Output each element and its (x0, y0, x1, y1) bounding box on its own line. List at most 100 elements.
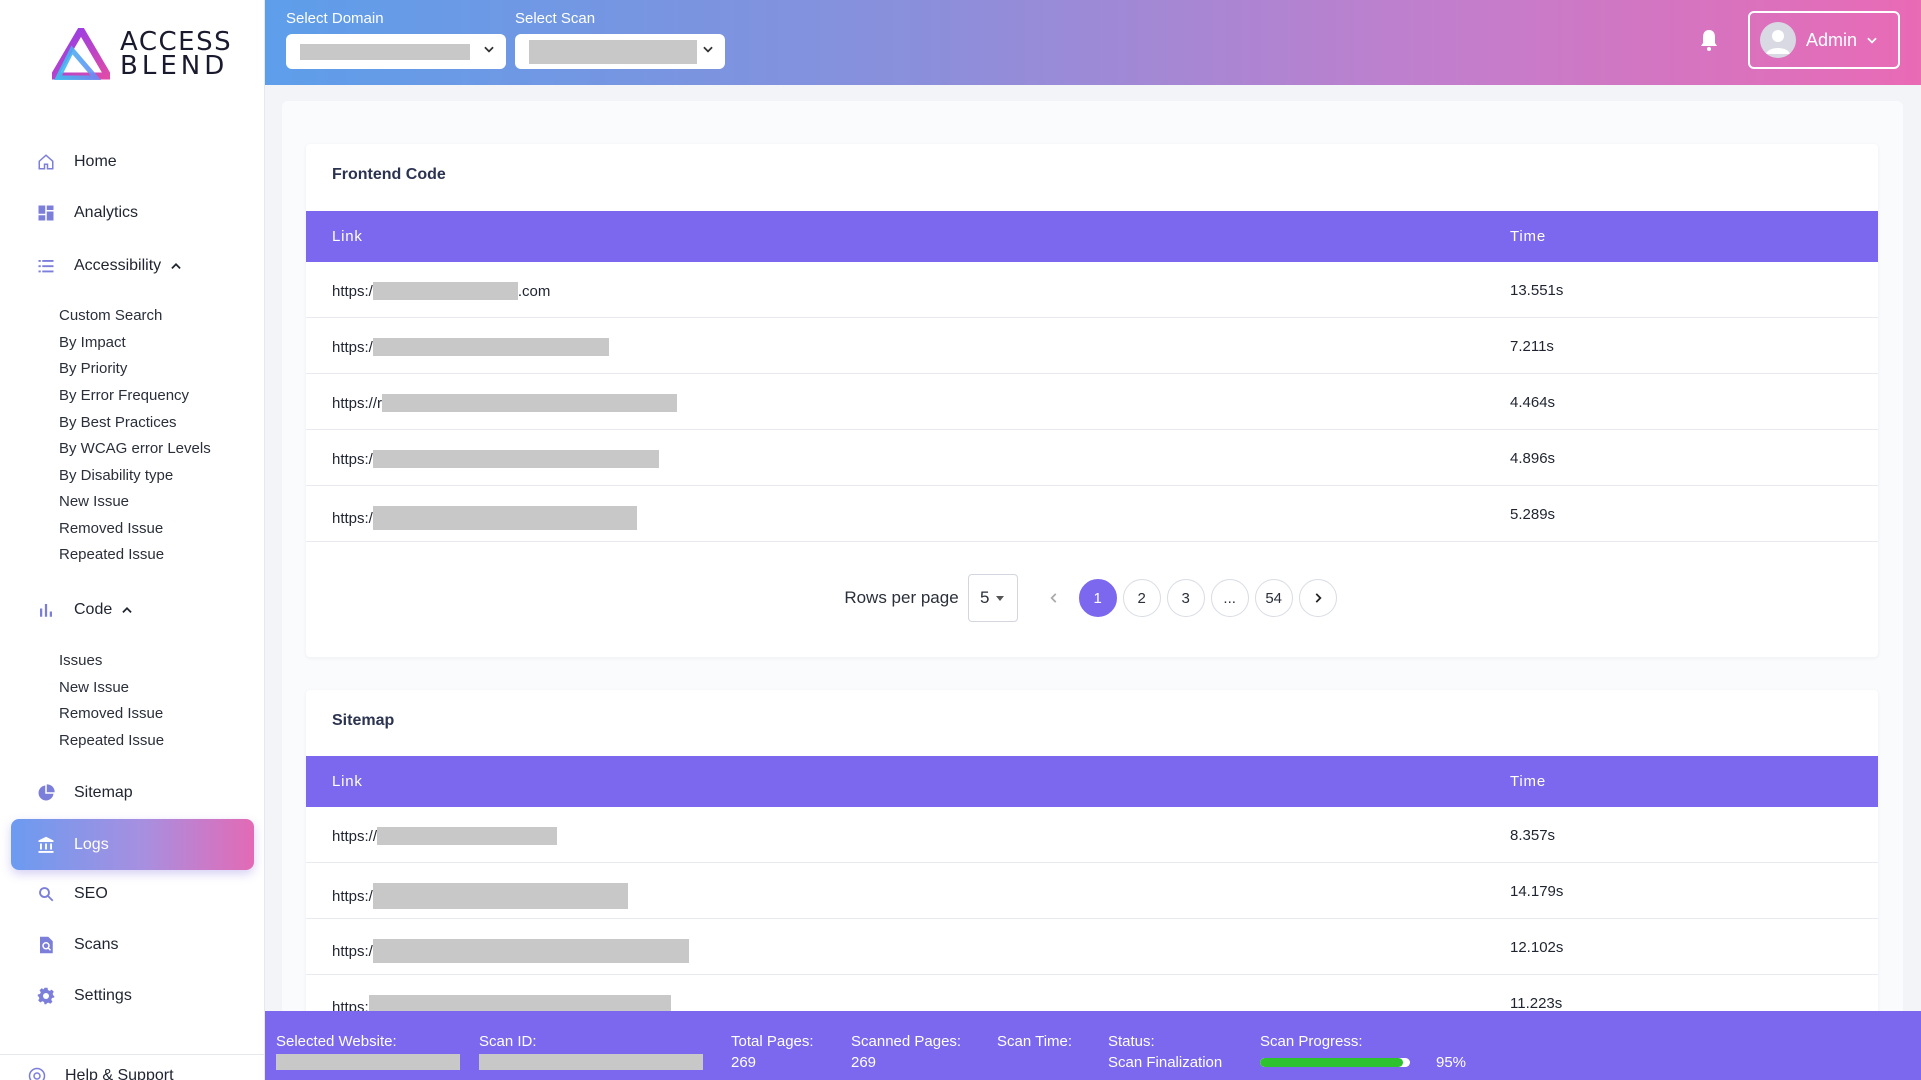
home-icon (36, 152, 56, 172)
link-cell: https://r (332, 394, 678, 412)
card-title: Sitemap (332, 712, 395, 729)
domain-select-group: Select Domain (286, 10, 506, 69)
pagination: Rows per page 5 1 2 3 ... 54 (306, 573, 1878, 623)
time-cell: 8.357s (1510, 827, 1556, 844)
redacted-text (276, 1054, 460, 1070)
status-scanned-pages: Scanned Pages: 269 (851, 1033, 961, 1071)
redacted-text (479, 1054, 703, 1070)
sidebar-item-label: Scans (74, 936, 119, 953)
status-label: Scanned Pages: (851, 1033, 962, 1050)
page-button-1[interactable]: 1 (1078, 579, 1117, 617)
time-cell: 12.102s (1510, 939, 1564, 956)
page-button-2[interactable]: 2 (1122, 579, 1161, 617)
redacted-text (372, 282, 518, 300)
status-scan-id: Scan ID: (479, 1033, 703, 1074)
redacted-text (372, 450, 659, 468)
status-state: Status: Scan Finalization (1108, 1033, 1222, 1071)
sidebar-subitem-new-issue[interactable]: New Issue (59, 677, 129, 699)
table-row[interactable]: https:/ 7.211s (306, 318, 1878, 374)
sidebar-item-settings[interactable]: Settings (0, 976, 264, 1016)
link-text: https:/ (332, 887, 373, 905)
chevron-left-icon (1050, 593, 1057, 603)
time-cell: 5.289s (1510, 506, 1556, 523)
redacted-text (372, 338, 609, 356)
main-content: Frontend Code Link Time https:/ .com 13.… (282, 101, 1903, 1031)
table-row[interactable]: https:/ .com 13.551s (306, 262, 1878, 318)
chevron-right-icon (1315, 593, 1322, 603)
scan-select[interactable] (515, 34, 725, 69)
sidebar-item-sitemap[interactable]: Sitemap (0, 773, 264, 813)
sidebar-item-accessibility[interactable]: Accessibility (0, 246, 264, 286)
page-button-54[interactable]: 54 (1254, 579, 1293, 617)
prev-page-button[interactable] (1035, 579, 1073, 617)
table-row[interactable]: https:// 8.357s (306, 807, 1878, 863)
column-header-time: Time (1510, 228, 1546, 245)
table-row[interactable]: https:/ 5.289s (306, 486, 1878, 542)
status-label: Scan Time: (997, 1033, 1073, 1050)
link-text: https:/ (332, 509, 373, 527)
sidebar-subitem-by-disability-type[interactable]: By Disability type (59, 465, 173, 487)
sidebar-subitem-removed-issue[interactable]: Removed Issue (59, 703, 163, 725)
rows-per-page-select[interactable]: 5 (967, 574, 1018, 622)
sidebar-item-scans[interactable]: Scans (0, 925, 264, 965)
sidebar-item-help-support[interactable]: Help & Support (0, 1061, 264, 1080)
domain-select[interactable] (286, 34, 506, 69)
sitemap-card: Sitemap Link Time https:// 8.357s https:… (306, 690, 1878, 1031)
sidebar-item-logs[interactable]: Logs (11, 819, 254, 870)
sidebar-subitem-by-wcag-error-levels[interactable]: By WCAG error Levels (59, 438, 211, 460)
top-header: Select Domain Select Scan Admin (265, 0, 1921, 85)
chevron-down-icon (701, 42, 715, 61)
link-cell: https:/ (332, 883, 628, 909)
sidebar-subitem-repeated-issue[interactable]: Repeated Issue (59, 544, 164, 566)
table-row[interactable]: https:/ 4.896s (306, 430, 1878, 486)
sidebar-subitem-by-error-frequency[interactable]: By Error Frequency (59, 385, 189, 407)
table-header: Link Time (306, 211, 1878, 262)
scan-select-label: Select Scan (515, 10, 596, 27)
sidebar-subitem-by-impact[interactable]: By Impact (59, 332, 126, 354)
time-cell: 7.211s (1510, 338, 1554, 355)
rows-per-page-value: 5 (979, 588, 990, 607)
status-label: Status: (1108, 1033, 1155, 1050)
frontend-code-card: Frontend Code Link Time https:/ .com 13.… (306, 144, 1878, 657)
sidebar-item-label: Home (74, 153, 117, 170)
sidebar-subitem-by-best-practices[interactable]: By Best Practices (59, 412, 177, 434)
page-button-3[interactable]: 3 (1166, 579, 1205, 617)
redacted-text (372, 883, 628, 909)
sidebar-item-home[interactable]: Home (0, 142, 264, 182)
logo[interactable]: ACCESS BLEND (52, 28, 232, 80)
link-cell: https:/ (332, 506, 637, 530)
notification-bell-icon[interactable] (1697, 28, 1721, 52)
redacted-text (372, 939, 689, 963)
sidebar-subitem-new-issue[interactable]: New Issue (59, 491, 129, 513)
page-ellipsis: ... (1210, 579, 1249, 617)
sidebar-item-label: SEO (74, 885, 108, 902)
table-row[interactable]: https://r 4.464s (306, 374, 1878, 430)
scan-search-icon (36, 935, 56, 955)
link-text: https:/ (332, 282, 373, 300)
next-page-button[interactable] (1298, 579, 1337, 617)
sidebar-subitem-issues[interactable]: Issues (59, 650, 102, 672)
sidebar-item-label: Help & Support (65, 1067, 174, 1080)
sidebar-item-code[interactable]: Code (0, 590, 264, 630)
help-icon (27, 1066, 47, 1080)
column-header-link: Link (332, 228, 363, 245)
time-cell: 11.223s (1510, 995, 1563, 1012)
redacted-text (377, 827, 558, 845)
redacted-domain-value (300, 43, 470, 60)
sidebar-item-analytics[interactable]: Analytics (0, 193, 264, 233)
table-row[interactable]: https:/ 14.179s (306, 863, 1878, 919)
table-row[interactable]: https:/ 12.102s (306, 919, 1878, 975)
sidebar-subitem-by-priority[interactable]: By Priority (59, 358, 127, 380)
sidebar-subitem-custom-search[interactable]: Custom Search (59, 305, 162, 327)
table-header: Link Time (306, 756, 1878, 807)
chevron-up-icon (169, 259, 183, 273)
link-cell: https:/ .com (332, 282, 550, 300)
scan-select-group: Select Scan (515, 10, 725, 69)
scan-status-bar: Selected Website: Scan ID: Total Pages: … (265, 1011, 1921, 1080)
sidebar-subitem-repeated-issue[interactable]: Repeated Issue (59, 730, 164, 752)
sidebar-subitem-removed-issue[interactable]: Removed Issue (59, 518, 163, 540)
user-menu-button[interactable]: Admin (1748, 11, 1900, 69)
sidebar-item-seo[interactable]: SEO (0, 874, 264, 914)
column-header-time: Time (1510, 773, 1546, 790)
bank-icon (36, 835, 56, 855)
